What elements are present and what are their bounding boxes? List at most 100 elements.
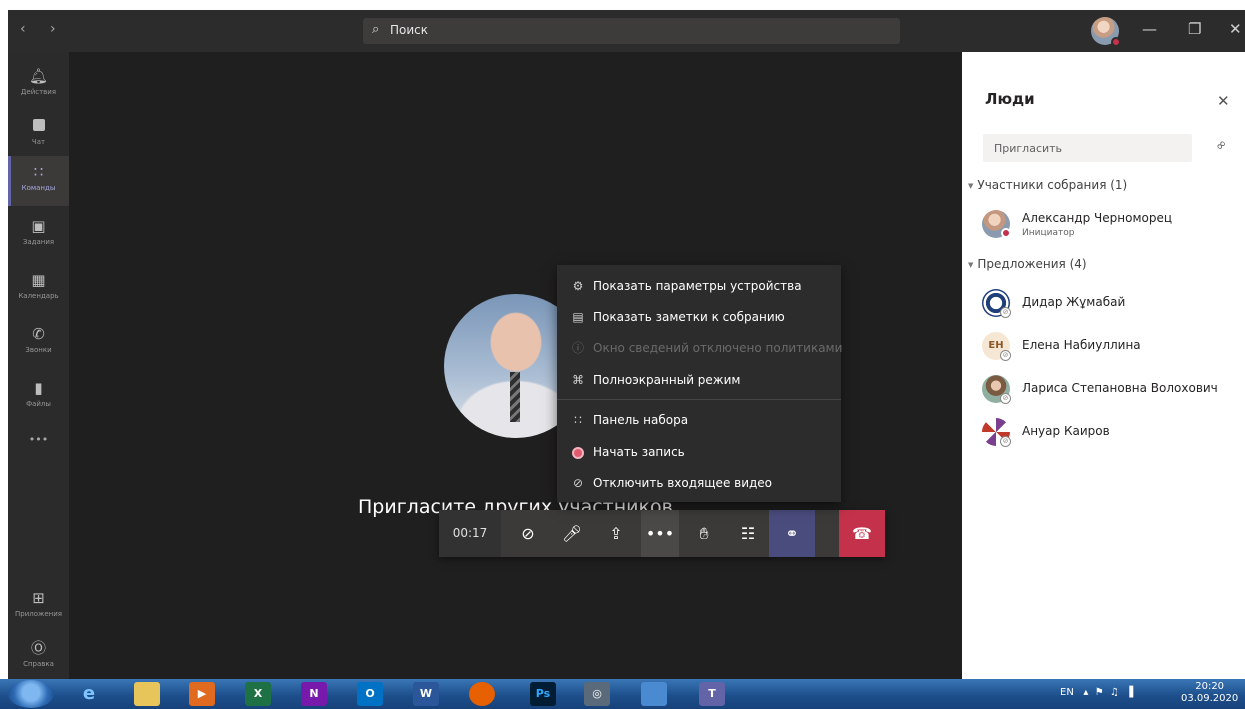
info-icon: ⓘ xyxy=(571,341,584,355)
external-user-icon: ⊘ xyxy=(1000,350,1011,361)
photoshop-icon[interactable]: Ps xyxy=(530,682,556,706)
participant-row[interactable]: Александр Черноморец Инициатор xyxy=(982,208,1242,242)
teams-app-icon[interactable]: T xyxy=(699,682,725,706)
busy-status-icon xyxy=(1001,228,1011,238)
copy-link-icon[interactable]: ∞ xyxy=(1212,136,1230,154)
camera-icon[interactable]: ◎ xyxy=(584,682,610,706)
hang-up-button[interactable]: ☎︎ xyxy=(839,510,885,557)
rail-label: Чат xyxy=(31,138,46,146)
suggestion-name: Ануар Каиров xyxy=(1022,424,1110,438)
media-player-icon[interactable]: ▶ xyxy=(189,682,215,706)
menu-item-label: Полноэкранный режим xyxy=(593,373,741,387)
suggestion-row[interactable]: ЕН ⊘ Елена Набиуллина xyxy=(982,330,1242,364)
participants-icon: ⚭ xyxy=(785,524,799,543)
rail-item-files[interactable]: ▮ Файлы xyxy=(8,372,69,422)
chat-icon xyxy=(8,116,69,136)
menu-item-label: Панель набора xyxy=(593,413,689,427)
dialpad-icon: ∷ xyxy=(574,413,582,427)
maximize-button[interactable]: ❐ xyxy=(1188,20,1201,38)
close-window-button[interactable]: ✕ xyxy=(1229,20,1242,38)
phone-icon: ✆ xyxy=(32,325,45,343)
rail-item-activity[interactable]: 🔔︎ Действия xyxy=(8,60,69,110)
start-button[interactable] xyxy=(8,680,54,708)
menu-item-label: Показать заметки к собранию xyxy=(593,310,785,324)
word-icon[interactable]: W xyxy=(413,682,439,706)
close-icon[interactable]: ✕ xyxy=(1217,92,1230,110)
invite-input[interactable]: Пригласить xyxy=(983,134,1192,162)
participants-button[interactable]: ⚭ xyxy=(769,510,815,557)
rail-label: Команды xyxy=(21,184,56,192)
suggestion-name: Дидар Жұмабай xyxy=(1022,295,1126,309)
search-input[interactable]: ⌕ Поиск xyxy=(363,18,900,44)
tray-icons[interactable]: ▴ ⚑ ♫ ▐ xyxy=(1077,687,1133,698)
file-explorer-icon[interactable] xyxy=(134,682,160,706)
rail-item-apps[interactable]: ⊞ Приложения xyxy=(8,582,69,632)
chat-icon: ☷ xyxy=(740,524,756,543)
menu-item-fullscreen[interactable]: ⌘ Полноэкранный режим xyxy=(557,365,841,395)
nav-arrows[interactable]: ‹ › xyxy=(20,21,66,37)
rail-more-button[interactable]: ••• xyxy=(8,427,69,451)
external-user-icon: ⊘ xyxy=(1000,436,1011,447)
firefox-icon[interactable] xyxy=(469,682,495,706)
menu-item-dialpad[interactable]: ∷ Панель набора xyxy=(557,405,841,435)
share-screen-button[interactable]: ⇪ xyxy=(597,510,635,557)
suggestion-row[interactable]: ⊘ Ануар Каиров xyxy=(982,416,1242,450)
rail-item-chat[interactable]: Чат xyxy=(8,110,69,160)
menu-divider xyxy=(557,399,841,400)
menu-item-meeting-details: ⓘ Окно сведений отключено политиками xyxy=(557,333,843,363)
section-label: Участники собрания (1) xyxy=(977,178,1128,192)
onenote-icon[interactable]: N xyxy=(301,682,327,706)
participants-section-header[interactable]: ▼ Участники собрания (1) xyxy=(968,178,1127,192)
clock-date: 03.09.2020 xyxy=(1181,693,1239,704)
participant-role: Инициатор xyxy=(1022,228,1075,238)
suggestion-name: Елена Набиуллина xyxy=(1022,338,1141,352)
share-screen-icon: ⇪ xyxy=(609,524,623,543)
profile-avatar[interactable] xyxy=(1091,17,1121,47)
rail-item-help[interactable]: Ⓞ Справка xyxy=(8,632,69,682)
rail-item-teams[interactable]: ∷ Команды xyxy=(8,156,69,206)
mic-icon: 🎤︎ xyxy=(561,524,583,543)
suggestion-row[interactable]: ⊘ Лариса Степановна Волохович xyxy=(982,373,1242,407)
suggestion-row[interactable]: ⊘ Дидар Жұмабай xyxy=(982,287,1242,321)
chat-toggle-button[interactable]: ☷ xyxy=(729,510,767,557)
more-actions-button[interactable]: ••• xyxy=(641,510,679,557)
menu-item-label: Окно сведений отключено политиками xyxy=(593,341,843,355)
ie-icon[interactable]: e xyxy=(76,682,102,706)
rail-label: Приложения xyxy=(15,610,62,618)
rail-label: Задания xyxy=(22,238,55,246)
rail-label: Календарь xyxy=(18,292,59,300)
menu-item-meeting-notes[interactable]: ▤ Показать заметки к собранию xyxy=(557,302,841,332)
menu-item-turn-off-incoming-video[interactable]: ⊘ Отключить входящее видео xyxy=(557,468,841,498)
system-tray: EN ▴ ⚑ ♫ ▐ xyxy=(1060,687,1133,698)
chevron-down-icon: ▼ xyxy=(968,260,974,269)
fullscreen-icon: ⌘ xyxy=(572,373,584,387)
paint-icon[interactable] xyxy=(641,682,667,706)
menu-item-start-recording[interactable]: Начать запись xyxy=(557,437,841,467)
raise-hand-button[interactable]: ✋︎ xyxy=(685,510,723,557)
gear-icon: ⚙ xyxy=(572,279,584,293)
menu-item-device-settings[interactable]: ⚙ Показать параметры устройства xyxy=(557,271,841,301)
teams-icon: ∷ xyxy=(33,163,44,181)
rail-label: Файлы xyxy=(26,400,51,408)
suggestions-section-header[interactable]: ▼ Предложения (4) xyxy=(968,257,1087,271)
camera-toggle-button[interactable]: ⊘ xyxy=(509,510,547,557)
search-icon: ⌕ xyxy=(372,22,380,37)
call-timer: 00:17 xyxy=(439,510,501,557)
rail-item-assignments[interactable]: ▣ Задания xyxy=(8,210,69,260)
external-user-icon: ⊘ xyxy=(1000,307,1011,318)
search-placeholder: Поиск xyxy=(390,23,429,37)
minimize-button[interactable]: — xyxy=(1142,20,1157,38)
rail-item-calls[interactable]: ✆ Звонки xyxy=(8,318,69,368)
clock[interactable]: 20:20 03.09.2020 xyxy=(1181,681,1238,705)
excel-icon[interactable]: X xyxy=(245,682,271,706)
outlook-icon[interactable]: O xyxy=(357,682,383,706)
apps-icon: ⊞ xyxy=(32,589,45,607)
more-icon: ••• xyxy=(28,433,49,446)
rail-item-calendar[interactable]: ▦ Календарь xyxy=(8,264,69,314)
video-off-icon: ⊘ xyxy=(572,476,584,490)
mic-toggle-button[interactable]: 🎤︎ xyxy=(553,510,591,557)
rail-label: Справка xyxy=(23,660,54,668)
language-indicator[interactable]: EN xyxy=(1060,687,1074,698)
calendar-icon: ▦ xyxy=(31,271,46,289)
title-bar: ‹ › ⌕ Поиск — ❐ ✕ xyxy=(8,10,1245,52)
